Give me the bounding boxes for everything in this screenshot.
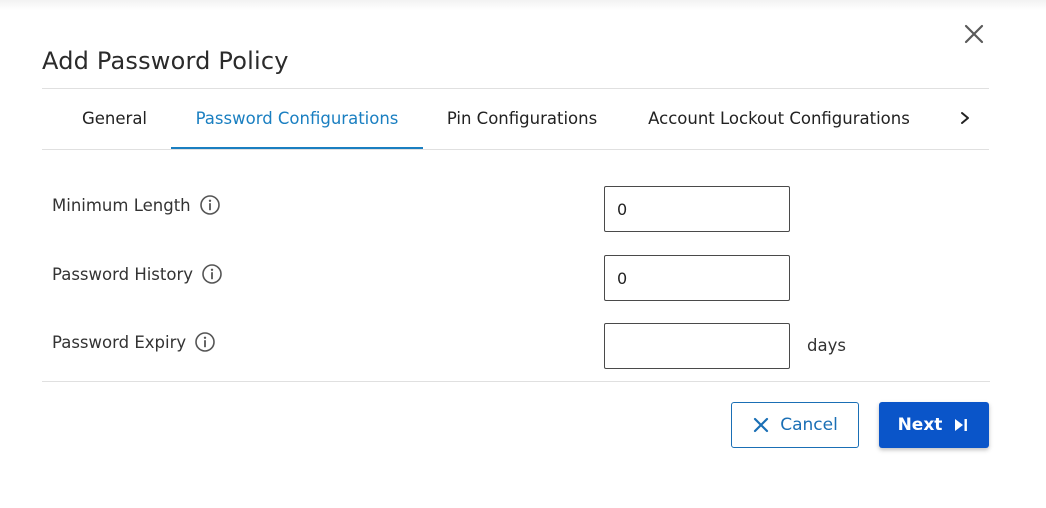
tab-password-configurations[interactable]: Password Configurations	[171, 89, 423, 149]
info-icon[interactable]	[194, 331, 216, 353]
tab-general[interactable]: General	[42, 89, 187, 147]
cancel-label: Cancel	[780, 415, 838, 435]
chevron-right-icon	[961, 112, 969, 124]
min-length-label: Minimum Length	[52, 195, 191, 215]
dialog-title: Add Password Policy	[42, 47, 289, 75]
expiry-unit-label: days	[807, 336, 846, 355]
info-icon[interactable]	[201, 263, 223, 285]
history-row-label: Password History	[52, 263, 223, 285]
x-icon	[754, 417, 769, 433]
min-length-input[interactable]	[604, 186, 790, 232]
tabs-divider	[42, 149, 989, 150]
top-shadow	[0, 0, 1046, 10]
tab-scroll-right-button[interactable]	[952, 105, 978, 131]
next-button[interactable]: Next	[879, 402, 989, 448]
close-button[interactable]	[960, 20, 988, 48]
min-length-row-label: Minimum Length	[52, 194, 221, 216]
footer-divider	[42, 381, 990, 382]
skip-next-icon	[955, 419, 968, 431]
expiry-input[interactable]	[604, 323, 790, 369]
next-label: Next	[897, 415, 943, 435]
close-icon	[964, 24, 984, 44]
tab-bar: General Password Configurations Pin Conf…	[42, 89, 989, 149]
history-label: Password History	[52, 264, 194, 284]
expiry-label: Password Expiry	[52, 332, 187, 352]
expiry-row-label: Password Expiry	[52, 331, 216, 353]
tab-pin-configurations[interactable]: Pin Configurations	[430, 89, 614, 147]
cancel-button[interactable]: Cancel	[731, 402, 859, 448]
info-icon[interactable]	[199, 194, 221, 216]
history-input[interactable]	[604, 255, 790, 301]
tab-account-lockout-configurations[interactable]: Account Lockout Configurations	[626, 89, 932, 147]
